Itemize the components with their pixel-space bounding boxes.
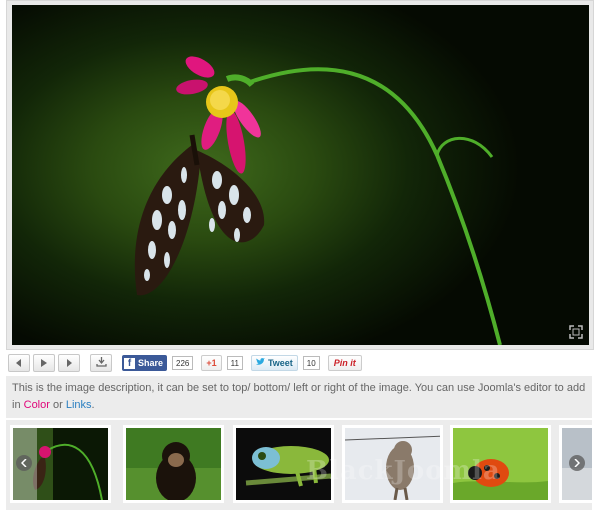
links-link[interactable]: Links [66, 399, 92, 411]
prev-button[interactable] [8, 354, 30, 372]
image-description: This is the image description, it can be… [6, 376, 592, 418]
thumbnail-chimpanzee[interactable] [123, 425, 224, 503]
next-icon [65, 354, 73, 372]
fullscreen-icon[interactable] [569, 325, 583, 339]
thumb-prev-button[interactable] [16, 455, 32, 471]
prev-icon [15, 354, 23, 372]
thumb-next-icon [574, 454, 581, 472]
toolbar: f Share 226 +1 11 Tweet 10 Pin it [8, 352, 594, 374]
play-button[interactable] [33, 354, 55, 372]
facebook-icon: f [124, 357, 135, 369]
gplus-button[interactable]: +1 [201, 355, 222, 371]
tweet-button[interactable]: Tweet [250, 355, 298, 371]
facebook-share-button[interactable]: f Share [122, 355, 168, 371]
twitter-icon [255, 358, 265, 368]
description-text: This is the image description, it can be… [12, 382, 586, 411]
tweet-label: Tweet [267, 358, 293, 368]
description-text-middle: or [49, 399, 66, 411]
thumbnail-chameleon[interactable] [233, 425, 334, 503]
tweet-count: 10 [302, 356, 320, 370]
nav-controls [8, 354, 80, 372]
main-image[interactable] [12, 5, 589, 345]
pinit-button[interactable]: Pin it [327, 355, 362, 371]
thumbnail-strip: BlackJoomla [6, 420, 592, 510]
thumb-prev-icon [20, 454, 27, 472]
download-button[interactable] [90, 354, 112, 372]
thumbnail-lynx[interactable] [342, 425, 443, 503]
facebook-count: 226 [172, 356, 194, 370]
download-icon [95, 354, 107, 372]
image-viewer [6, 0, 594, 350]
gplus-count: 11 [226, 356, 243, 370]
thumbnail-ladybug[interactable] [450, 425, 551, 503]
facebook-share-label: Share [138, 358, 164, 368]
play-icon [40, 354, 48, 372]
description-text-end: . [91, 399, 95, 411]
thumb-next-button[interactable] [569, 455, 585, 471]
color-link[interactable]: Color [24, 399, 50, 411]
next-button[interactable] [58, 354, 80, 372]
